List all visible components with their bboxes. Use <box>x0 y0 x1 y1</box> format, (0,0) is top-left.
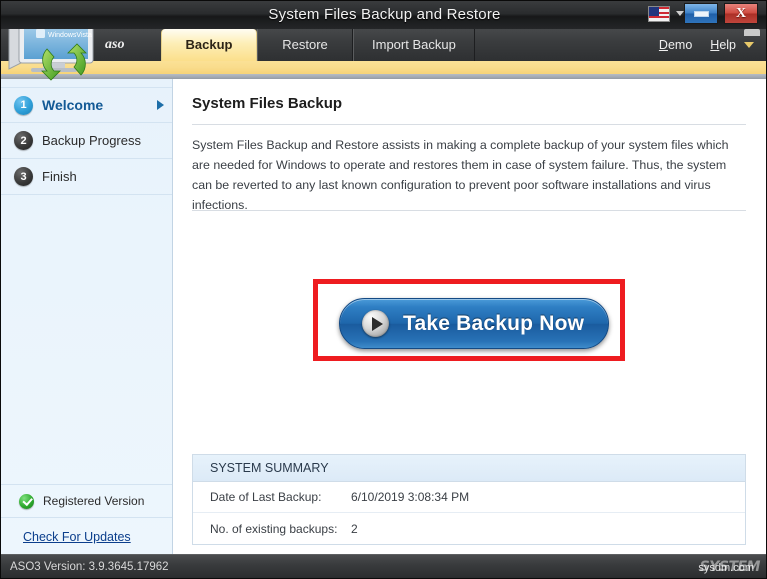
sidebar-item-finish[interactable]: 3 Finish <box>1 159 172 195</box>
check-for-updates-link[interactable]: Check For Updates <box>23 530 131 544</box>
sidebar-item-label: Welcome <box>42 97 104 113</box>
tab-backup[interactable]: Backup <box>161 29 257 61</box>
demo-link[interactable]: Demo <box>659 38 692 52</box>
application-window: System Files Backup and Restore X aso Ba… <box>0 0 767 579</box>
sidebar-footer: Registered Version Check For Updates <box>1 484 172 556</box>
header-links: Demo Help <box>659 29 760 61</box>
tab-bar: aso Backup Restore Import Backup Demo He… <box>1 29 766 61</box>
button-highlight-box: Take Backup Now <box>313 279 625 361</box>
summary-value: 2 <box>351 521 358 536</box>
summary-key: No. of existing backups: <box>210 521 338 536</box>
table-row: No. of existing backups: 2 <box>193 513 745 544</box>
play-icon <box>362 310 389 337</box>
sidebar-item-backup-progress[interactable]: 2 Backup Progress <box>1 123 172 159</box>
close-icon: X <box>735 5 747 21</box>
sidebar-item-label: Finish <box>42 169 77 184</box>
summary-value: 6/10/2019 3:08:34 PM <box>351 490 470 504</box>
summary-key: Date of Last Backup: <box>210 490 322 504</box>
title-bar: System Files Backup and Restore X <box>1 1 766 29</box>
help-accel: H <box>710 38 720 52</box>
main-content: System Files Backup System Files Backup … <box>173 79 766 556</box>
help-rest: elp <box>719 38 736 52</box>
demo-accel: D <box>658 38 668 52</box>
intro-rule <box>192 210 746 211</box>
take-backup-now-button[interactable]: Take Backup Now <box>339 298 609 349</box>
step-number-badge: 1 <box>14 95 33 115</box>
sidebar-item-label: Backup Progress <box>42 133 141 148</box>
brand-label: aso <box>105 37 125 52</box>
chevron-right-icon <box>157 100 164 110</box>
accent-strip <box>1 61 766 74</box>
sidebar: 1 Welcome 2 Backup Progress 3 Finish Reg… <box>1 79 173 556</box>
tab-list: Backup Restore Import Backup <box>161 29 475 61</box>
sidebar-item-welcome[interactable]: 1 Welcome <box>1 87 172 123</box>
system-summary-panel: SYSTEM SUMMARY Date of Last Backup: 6/10… <box>192 454 746 545</box>
demo-rest: emo <box>667 38 693 52</box>
table-row: Date of Last Backup: 6/10/2019 3:08:34 P… <box>193 482 745 513</box>
check-updates-row: Check For Updates <box>1 518 172 556</box>
tab-restore[interactable]: Restore <box>257 29 353 61</box>
help-chevron-down-icon[interactable] <box>744 42 754 48</box>
help-link[interactable]: Help <box>710 38 736 52</box>
minimize-button[interactable] <box>684 3 718 24</box>
title-rule <box>192 124 746 125</box>
step-number-badge: 3 <box>14 167 33 186</box>
check-circle-icon <box>19 493 34 509</box>
wizard-step-list: 1 Welcome 2 Backup Progress 3 Finish <box>1 87 172 195</box>
registered-label: Registered Version <box>43 494 145 508</box>
take-backup-now-label: Take Backup Now <box>403 311 585 335</box>
registration-status: Registered Version <box>1 484 172 518</box>
header-divider <box>1 74 766 79</box>
page-title: System Files Backup <box>192 95 343 112</box>
status-bar: ASO3 Version: 3.9.3645.17962 SYSTEM sysd… <box>1 554 766 578</box>
system-summary-header: SYSTEM SUMMARY <box>193 455 745 482</box>
version-label: ASO3 Version: 3.9.3645.17962 <box>10 561 169 573</box>
close-button[interactable]: X <box>724 3 758 24</box>
watermark-overlay-text: sysdm.com <box>698 562 754 574</box>
tab-import-backup[interactable]: Import Backup <box>353 29 475 61</box>
us-flag-icon[interactable] <box>648 6 670 22</box>
step-number-badge: 2 <box>14 131 33 150</box>
flag-canton <box>649 7 659 16</box>
language-chevron-down-icon[interactable] <box>676 11 684 16</box>
intro-paragraph: System Files Backup and Restore assists … <box>192 138 729 213</box>
